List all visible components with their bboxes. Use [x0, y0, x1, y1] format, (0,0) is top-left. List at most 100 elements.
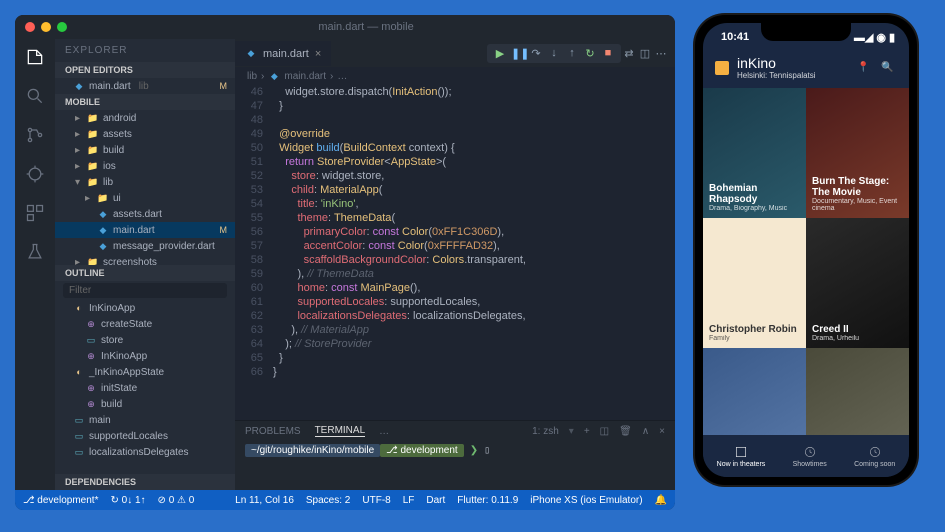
open-editors-section[interactable]: OPEN EDITORS: [55, 62, 235, 78]
activity-bar: [15, 39, 55, 490]
tab-more[interactable]: …: [379, 426, 389, 437]
bottom-panel: PROBLEMS TERMINAL … 1: zsh ▾ + ◫ 🗑 ∧ × ~…: [235, 420, 675, 490]
step-over-icon[interactable]: ↷: [529, 47, 543, 60]
outline-filter[interactable]: Filter: [63, 283, 227, 298]
code-editor[interactable]: 4647484950515253545556575859606162636465…: [235, 85, 675, 420]
outline-section[interactable]: OUTLINE: [55, 265, 235, 281]
search-icon[interactable]: 🔍: [881, 62, 897, 73]
status-sync[interactable]: ↻ 0↓ 1↑: [110, 495, 145, 506]
nav-coming[interactable]: Coming soon: [854, 445, 895, 468]
kill-terminal-icon[interactable]: 🗑: [619, 426, 632, 437]
open-changes-icon[interactable]: ⇄: [621, 47, 637, 60]
nav-showtimes[interactable]: Showtimes: [793, 445, 827, 468]
status-branch[interactable]: ⎇ development*: [23, 495, 98, 506]
window-title: main.dart — mobile: [67, 21, 665, 33]
tree-item[interactable]: ◆assets.dart: [55, 206, 235, 222]
project-section[interactable]: MOBILE: [55, 94, 235, 110]
terminal[interactable]: ~/git/roughike/inKino/mobile⎇ developmen…: [235, 441, 675, 460]
close-icon[interactable]: [25, 22, 35, 32]
outline-item[interactable]: ▭localizationsDelegates: [55, 444, 235, 460]
battery-icon: ▮: [889, 31, 895, 44]
outline-item[interactable]: ⊕initState: [55, 380, 235, 396]
app-bar: inKino Helsinki: Tennispalatsi 📍 🔍: [703, 51, 909, 88]
movie-card[interactable]: Bohemian Rhapsody Drama, Biography, Musi…: [703, 88, 806, 218]
minimize-icon[interactable]: [41, 22, 51, 32]
wifi-icon: ◉: [876, 31, 886, 44]
git-icon[interactable]: [25, 125, 45, 148]
tree-item[interactable]: ▸📁ui: [55, 190, 235, 206]
split-editor-icon[interactable]: ◫: [637, 47, 653, 60]
step-in-icon[interactable]: ↓: [547, 47, 561, 59]
outline-item[interactable]: ▭store: [55, 332, 235, 348]
outline-item[interactable]: ⊕build: [55, 396, 235, 412]
close-panel-icon[interactable]: ×: [659, 426, 665, 437]
tab-main-dart[interactable]: ◆ main.dart ×: [235, 41, 331, 66]
tree-item[interactable]: ▸📁assets: [55, 126, 235, 142]
more-icon[interactable]: ⋯: [653, 47, 669, 60]
status-bar: ⎇ development* ↻ 0↓ 1↑ ⊘ 0 ⚠ 0 Ln 11, Co…: [15, 490, 675, 510]
movie-card[interactable]: [703, 348, 806, 435]
pause-icon[interactable]: ❚❚: [511, 47, 525, 60]
editor-area: ◆ main.dart × ▶ ❚❚ ↷ ↓ ↑ ↻ ■ ⇄ ◫ ⋯ li: [235, 39, 675, 490]
search-icon[interactable]: [25, 86, 45, 109]
phone-screen: 10:41 ▬◢ ◉ ▮ inKino Helsinki: Tennispala…: [703, 23, 909, 477]
movie-card[interactable]: Creed II Drama, Urheilu: [806, 218, 909, 348]
movie-card[interactable]: Christopher Robin Family: [703, 218, 806, 348]
tree-item[interactable]: ◆main.dartM: [55, 222, 235, 238]
tree-item[interactable]: ◆message_provider.dart: [55, 238, 235, 254]
outline-item[interactable]: ⊕createState: [55, 316, 235, 332]
dart-icon: ◆: [73, 80, 85, 92]
tab-problems[interactable]: PROBLEMS: [245, 426, 301, 437]
outline-item[interactable]: ◐_InKinoAppState: [55, 364, 235, 380]
signal-icon: ▬◢: [854, 31, 873, 44]
app-title: inKino: [737, 55, 849, 71]
vscode-window: main.dart — mobile EXPLORER OPEN EDITORS…: [15, 15, 675, 510]
outline-item[interactable]: ▭main: [55, 412, 235, 428]
tree-item[interactable]: ▸📁android: [55, 110, 235, 126]
maximize-panel-icon[interactable]: ∧: [642, 426, 649, 437]
status-problems[interactable]: ⊘ 0 ⚠ 0: [158, 495, 195, 506]
split-terminal-icon[interactable]: ◫: [600, 426, 609, 437]
close-tab-icon[interactable]: ×: [315, 48, 321, 60]
status-spaces[interactable]: Spaces: 2: [306, 495, 350, 506]
nav-now[interactable]: Now in theaters: [717, 445, 766, 468]
location-icon[interactable]: 📍: [857, 62, 873, 73]
extensions-icon[interactable]: [25, 203, 45, 226]
files-icon[interactable]: [25, 47, 45, 70]
new-terminal-icon[interactable]: +: [584, 426, 590, 437]
debug-toolbar: ▶ ❚❚ ↷ ↓ ↑ ↻ ■: [487, 44, 621, 63]
status-cursor[interactable]: Ln 11, Col 16: [235, 495, 294, 506]
restart-icon[interactable]: ↻: [583, 47, 597, 60]
editor-tabs: ◆ main.dart × ▶ ❚❚ ↷ ↓ ↑ ↻ ■ ⇄ ◫ ⋯: [235, 39, 675, 67]
flask-icon[interactable]: [25, 242, 45, 265]
tree-item[interactable]: ▾📁lib: [55, 174, 235, 190]
step-out-icon[interactable]: ↑: [565, 47, 579, 59]
app-subtitle: Helsinki: Tennispalatsi: [737, 71, 849, 80]
status-bell-icon[interactable]: 🔔: [655, 495, 667, 506]
status-device[interactable]: iPhone XS (ios Emulator): [530, 495, 642, 506]
stop-icon[interactable]: ■: [601, 47, 615, 59]
outline-item[interactable]: ⊕InKinoApp: [55, 348, 235, 364]
movie-card[interactable]: [806, 348, 909, 435]
status-flutter[interactable]: Flutter: 0.11.9: [457, 495, 518, 506]
tree-item[interactable]: ▸📁ios: [55, 158, 235, 174]
tree-item[interactable]: ▸📁build: [55, 142, 235, 158]
status-encoding[interactable]: UTF-8: [362, 495, 390, 506]
phone-time: 10:41: [721, 31, 749, 43]
outline-item[interactable]: ▭supportedLocales: [55, 428, 235, 444]
notch: [761, 23, 851, 41]
tab-terminal[interactable]: TERMINAL: [315, 425, 366, 437]
maximize-icon[interactable]: [57, 22, 67, 32]
outline-item[interactable]: ◐InKinoApp: [55, 300, 235, 316]
deps-section[interactable]: DEPENDENCIES: [55, 474, 235, 490]
open-editor-item[interactable]: ◆ main.dart lib M: [55, 78, 235, 94]
continue-icon[interactable]: ▶: [493, 47, 507, 60]
tree-item[interactable]: ▸📁screenshots: [55, 254, 235, 265]
movie-grid: Bohemian Rhapsody Drama, Biography, Musi…: [703, 88, 909, 435]
terminal-dropdown[interactable]: 1: zsh: [532, 426, 559, 437]
breadcrumbs[interactable]: lib › ◆ main.dart › …: [235, 67, 675, 85]
status-eol[interactable]: LF: [403, 495, 415, 506]
debug-icon[interactable]: [25, 164, 45, 187]
movie-card[interactable]: Burn The Stage: The Movie Documentary, M…: [806, 88, 909, 218]
status-lang[interactable]: Dart: [426, 495, 445, 506]
